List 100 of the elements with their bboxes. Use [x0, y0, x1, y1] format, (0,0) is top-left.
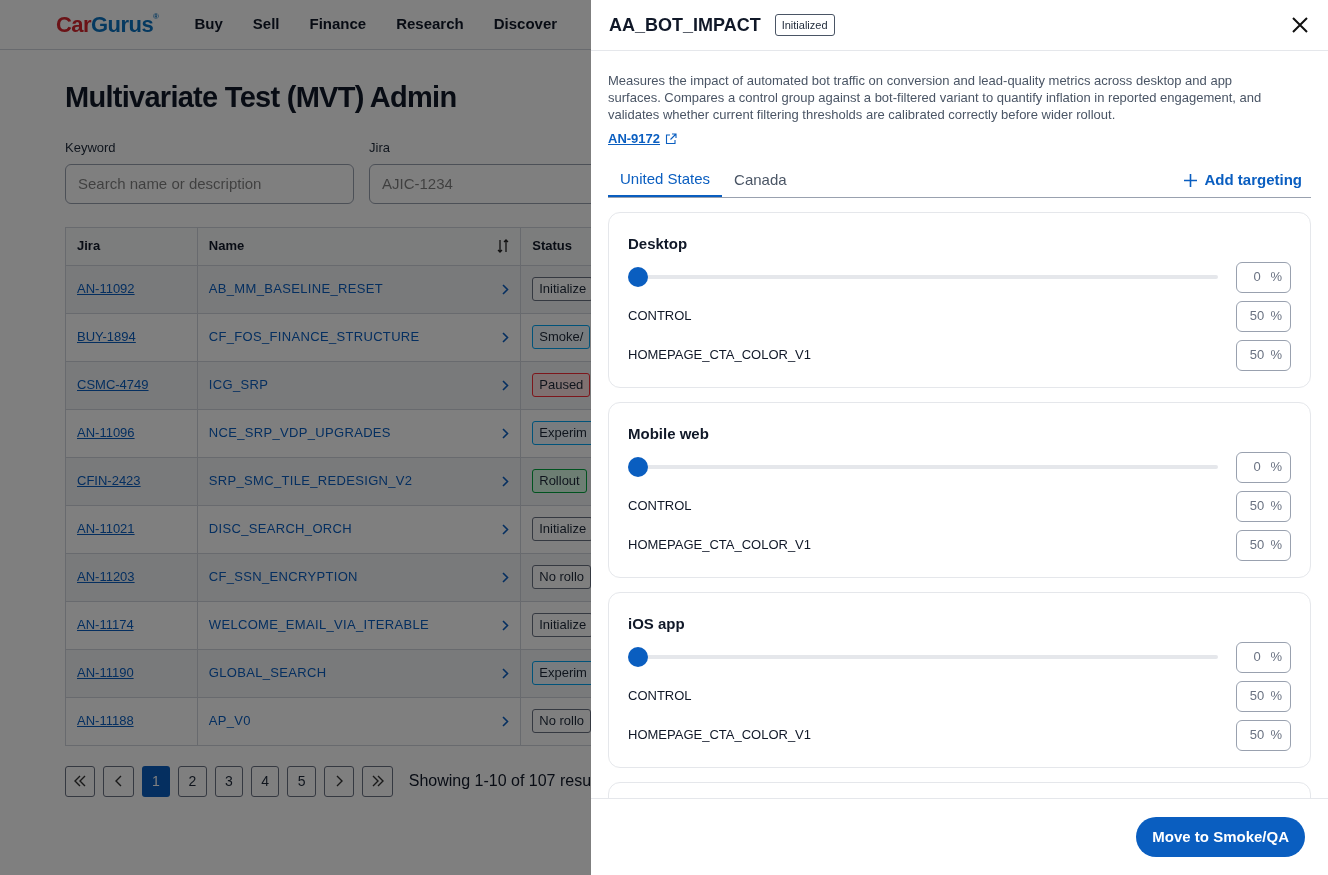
nav-link[interactable]: Sell — [252, 13, 280, 36]
test-name[interactable]: WELCOME_EMAIL_VIA_ITERABLE — [208, 615, 429, 635]
jira-link[interactable]: AN-11190 — [77, 663, 134, 683]
chevron-right-icon[interactable] — [502, 475, 510, 487]
percent-field[interactable]: 50 % — [1236, 490, 1291, 522]
jira-link[interactable]: BUY-1894 — [77, 327, 136, 347]
chevron-right-icon[interactable] — [502, 523, 510, 535]
test-name[interactable]: DISC_SEARCH_ORCH — [208, 519, 352, 539]
next-page-button[interactable] — [323, 765, 355, 797]
chevron-right-icon[interactable] — [502, 379, 510, 391]
chevron-right-icon[interactable] — [502, 427, 510, 439]
close-button[interactable] — [1290, 15, 1310, 35]
description: Measures the impact of automated bot traffic on conversion and lead-quality metrics across desktop and app surfaces. Compares a control group against a bot-filtered variant to quantify inflation in reported engagement, and validates whether current filtering thresholds are calibrated correctly before wider rollout. — [608, 72, 1263, 123]
variant-name: HOMEPAGE_CTA_COLOR_V1 — [628, 536, 811, 555]
chevron-right-icon[interactable] — [502, 619, 510, 631]
tab[interactable]: United States — [608, 163, 723, 197]
page-title: Multivariate Test (MVT) Admin — [65, 80, 458, 114]
page-button[interactable]: 2 — [178, 765, 207, 797]
test-name[interactable]: GLOBAL_SEARCH — [208, 663, 327, 683]
percent-field[interactable]: 0 % — [1236, 261, 1291, 293]
status-badge: Experim — [532, 421, 591, 445]
jira-link[interactable]: AN-11092 — [77, 279, 135, 299]
percent-field[interactable]: 50 % — [1236, 300, 1291, 332]
test-name[interactable]: ICG_SRP — [208, 375, 269, 395]
status-badge: Smoke/ — [532, 325, 591, 349]
plus-icon — [1183, 173, 1197, 187]
input-field[interactable]: Search name or description — [65, 163, 354, 204]
slider[interactable] — [628, 647, 1218, 667]
percent-field[interactable]: 50 % — [1236, 719, 1291, 751]
double-chevron-right-icon — [370, 774, 385, 788]
test-name[interactable]: CF_FOS_FINANCE_STRUCTURE — [208, 327, 420, 347]
jira-link[interactable]: AN-9172 — [608, 129, 678, 149]
percent-field[interactable]: 50 % — [1236, 529, 1291, 561]
nav-link[interactable]: Discover — [493, 13, 558, 36]
test-name[interactable]: CF_SSN_ENCRYPTION — [208, 567, 358, 587]
variant-name: CONTROL — [628, 497, 692, 516]
page-button[interactable]: 4 — [251, 765, 280, 797]
page-button[interactable]: 5 — [287, 765, 316, 797]
jira-link[interactable]: AN-11203 — [77, 567, 135, 587]
results-summary: Showing 1-10 of 107 resu — [408, 771, 591, 791]
status-badge: Initialize — [532, 277, 591, 301]
slider-thumb[interactable] — [628, 457, 648, 477]
chevron-right-icon[interactable] — [502, 331, 510, 343]
platform-name: Desktop — [628, 234, 689, 254]
input-field[interactable]: AJIC-1234 — [369, 163, 591, 204]
status-badge: Initialized — [774, 13, 835, 37]
status-badge: Experim — [532, 661, 591, 685]
chevron-right-icon[interactable] — [502, 283, 510, 295]
status-badge: Initialize — [532, 517, 591, 541]
tab[interactable]: Canada — [722, 163, 799, 197]
chevron-right-icon[interactable] — [502, 667, 510, 679]
slider-thumb[interactable] — [628, 647, 648, 667]
platform-name: iOS app — [628, 614, 686, 634]
logo[interactable]: CarGurus® — [56, 8, 159, 41]
slider-thumb[interactable] — [628, 267, 648, 287]
nav-link[interactable]: Buy — [194, 13, 223, 36]
status-badge: No rollo — [532, 565, 591, 589]
column-header: Status — [532, 237, 572, 256]
status-badge: Paused — [532, 373, 591, 397]
field-label: Keyword — [65, 139, 117, 157]
external-link-icon[interactable] — [665, 132, 678, 145]
column-header: Name — [208, 237, 245, 256]
jira-link[interactable]: AN-11021 — [77, 519, 135, 539]
field-label: Jira — [369, 139, 391, 157]
slider[interactable] — [628, 457, 1218, 477]
platform-name: Mobile web — [628, 424, 710, 444]
page-button[interactable]: 1 — [141, 765, 171, 797]
test-name[interactable]: NCE_SRP_VDP_UPGRADES — [208, 423, 391, 443]
jira-link[interactable]: AN-11188 — [77, 711, 134, 731]
jira-link[interactable]: AN-11174 — [77, 615, 134, 635]
drawer-title: AA_BOT_IMPACT — [609, 13, 761, 37]
add-targeting-button[interactable]: Add targeting — [1183, 163, 1311, 197]
percent-field[interactable]: 0 % — [1236, 641, 1291, 673]
test-name[interactable]: SRP_SMC_TILE_REDESIGN_V2 — [208, 471, 413, 491]
jira-link[interactable]: CFIN-2423 — [77, 471, 141, 491]
previous-page-button[interactable] — [103, 765, 134, 797]
page-button[interactable]: 3 — [214, 765, 244, 797]
status-badge: Initialize — [532, 613, 591, 637]
percent-field[interactable]: 0 % — [1236, 451, 1291, 483]
variant-name: CONTROL — [628, 307, 692, 326]
jira-link[interactable]: AN-11096 — [77, 423, 135, 443]
slider[interactable] — [628, 267, 1218, 287]
jira-link[interactable]: CSMC-4749 — [77, 375, 149, 395]
chevron-right-icon[interactable] — [502, 715, 510, 727]
percent-field[interactable]: 50 % — [1236, 680, 1291, 712]
test-name[interactable]: AP_V0 — [208, 711, 251, 731]
test-name[interactable]: AB_MM_BASELINE_RESET — [208, 279, 383, 299]
chevron-right-icon[interactable] — [502, 571, 510, 583]
first-page-button[interactable] — [65, 765, 96, 797]
variant-name: HOMEPAGE_CTA_COLOR_V1 — [628, 726, 811, 745]
variant-name: CONTROL — [628, 687, 692, 706]
move-to-smoke-qa-button[interactable]: Move to Smoke/QA — [1136, 817, 1305, 857]
status-badge: No rollo — [532, 709, 591, 733]
percent-field[interactable]: 50 % — [1236, 339, 1291, 371]
nav-link[interactable]: Finance — [309, 13, 367, 36]
variant-name: HOMEPAGE_CTA_COLOR_V1 — [628, 346, 811, 365]
sort-icon[interactable] — [497, 239, 510, 253]
nav-link[interactable]: Research — [396, 13, 464, 36]
column-header: Jira — [77, 237, 101, 256]
last-page-button[interactable] — [362, 765, 393, 797]
